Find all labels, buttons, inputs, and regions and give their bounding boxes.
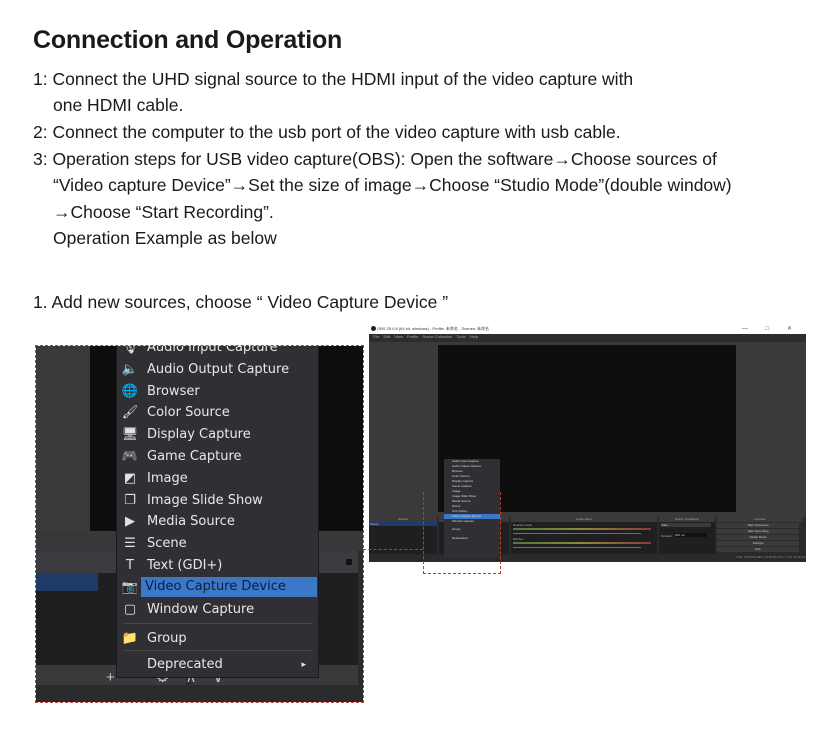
example-caption: 1. Add new sources, choose “ Video Captu… — [33, 292, 449, 312]
menu-item-label: Audio Input Capture — [147, 346, 278, 355]
camera-icon: 📷 — [121, 579, 139, 595]
menubar-item[interactable]: Help — [470, 334, 478, 339]
mixer-track-2-volume-slider[interactable] — [513, 547, 641, 548]
add-source-context-menu: 🎙 Audio Input Capture 🔈 Audio Output Captur… — [116, 346, 319, 678]
menu-item-label: Scene — [147, 536, 187, 552]
menu-item-label: Window Capture — [147, 601, 255, 617]
duration-input[interactable]: 300 ms — [675, 533, 707, 537]
globe-icon: 🌐 — [121, 383, 139, 399]
callout-box — [423, 492, 501, 574]
menu-item-audio-output-capture[interactable]: 🔈 Audio Output Capture — [117, 359, 318, 380]
menu-item-media-source[interactable]: ▶ Media Source — [117, 511, 318, 532]
menubar-item[interactable]: File — [373, 334, 379, 339]
menu-item-group[interactable]: 📁 Group — [117, 628, 318, 649]
menu-separator — [123, 623, 313, 625]
controls-dock-header: Controls — [717, 517, 803, 522]
window-icon: ▢ — [123, 601, 137, 617]
step-3-line-1: 3: Operation steps for USB video capture… — [33, 149, 717, 169]
menu-item-label: Video Capture Device — [141, 577, 317, 598]
obs-logo-icon — [371, 326, 376, 331]
list-icon: ☰ — [124, 536, 136, 552]
menu-item-label: Deprecated — [147, 657, 223, 673]
menu-item-label: Text (GDI+) — [147, 558, 223, 573]
menubar-item[interactable]: Tools — [456, 334, 465, 339]
step-3-line-3: →Choose “Start Recording”. — [53, 202, 274, 222]
settings-button[interactable]: Settings — [717, 541, 799, 546]
menu-item-display-capture[interactable]: 🖥 Display Capture — [117, 424, 318, 445]
menu-item-label: Game Capture — [147, 449, 242, 464]
selected-scene-row[interactable] — [36, 573, 98, 591]
obs-add-source-screenshot: + − ⚙ ∧ ∨ 🎙Audio Input Capture🔈Audio Out… — [35, 345, 364, 703]
folder-icon: 📁 — [121, 631, 139, 647]
menu-item-label: Media Source — [147, 514, 235, 530]
microphone-icon: 🎙 — [121, 346, 139, 355]
speaker-icon: 🔈 — [121, 361, 139, 377]
menubar-item[interactable]: Profile — [407, 334, 418, 339]
brush-icon: 🖌 — [121, 405, 139, 421]
menu-item-scene[interactable]: ☰ Scene — [117, 533, 318, 554]
step-1-line-1: 1: Connect the UHD signal source to the … — [33, 69, 634, 89]
start-streaming-button[interactable]: Start Streaming — [717, 523, 799, 528]
menubar-item[interactable]: Edit — [383, 334, 390, 339]
mixer-track-2-label: Mic/Aux — [513, 537, 524, 541]
menu-item-label: Image — [147, 470, 188, 486]
step-1-line-2: one HDMI cable. — [53, 95, 184, 115]
mixer-track-1-label: Desktop Audio — [513, 523, 533, 527]
menu-item-window-capture[interactable]: ▢ Window Capture — [117, 599, 318, 620]
menu-item-color-source[interactable]: 🖌 Color Source — [117, 402, 318, 423]
menu-item-label: Color Source — [147, 405, 230, 421]
mixer-track-1-meter — [513, 528, 651, 530]
studio-mode-button[interactable]: Studio Mode — [717, 535, 799, 540]
mixer-track-1-volume-slider[interactable] — [513, 533, 641, 534]
menu-item-label: Group — [147, 631, 187, 647]
menu-item-label: Audio Output Capture — [147, 361, 290, 377]
menu-item-deprecated[interactable]: Deprecated ▸ — [117, 654, 318, 675]
audio-mixer: Desktop Audio Mic/Aux — [511, 522, 657, 554]
menu-item-image-slide-show[interactable]: ❐ Image Slide Show — [117, 490, 318, 511]
step-3-line-2: “Video capture Device”→Set the size of i… — [53, 175, 732, 195]
duration-label: Duration — [661, 534, 673, 538]
monitor-icon: 🖥 — [121, 427, 139, 443]
menubar-item[interactable]: Scene Collection — [422, 334, 452, 339]
step-3-line-4: Operation Example as below — [53, 228, 277, 248]
menu-item-text-gdi[interactable]: T Text (GDI+) — [117, 555, 318, 576]
window-controls[interactable]: — □ ✕ — [742, 325, 800, 332]
menu-item-video-capture-device[interactable]: 📷 Video Capture Device — [117, 577, 318, 598]
start-recording-button[interactable]: Start Recording — [717, 529, 799, 534]
mixer-track-2-meter — [513, 542, 651, 544]
obs-left-pane — [36, 346, 90, 531]
dock-pin-icon[interactable] — [346, 559, 352, 565]
slideshow-icon: ❐ — [124, 492, 136, 508]
menu-item-game-capture[interactable]: 🎮 Game Capture — [117, 446, 318, 467]
menu-item-audio-input-capture[interactable]: 🎙 Audio Input Capture — [117, 346, 318, 358]
play-icon: ▶ — [125, 514, 135, 530]
transition-select[interactable]: Fade — [661, 523, 711, 527]
obs-menubar: File Edit View Profile Scene Collection Tools… — [369, 334, 806, 342]
obs-titlebar: OBS 25.0.8 (64 bit, windows) - Profile: … — [369, 324, 806, 334]
menu-item-browser[interactable]: 🌐 Browser — [117, 381, 318, 402]
step-2-line-1: 2: Connect the computer to the usb port … — [33, 122, 621, 142]
image-icon: ◩ — [123, 470, 137, 486]
menu-item-label: Browser — [147, 383, 200, 399]
menu-item-label: Display Capture — [147, 427, 251, 443]
menu-item-image[interactable]: ◩ Image — [117, 468, 318, 489]
menu-item-label: Image Slide Show — [147, 492, 263, 508]
scene-transitions: Fade Duration 300 ms — [659, 522, 715, 554]
menubar-item[interactable]: View — [394, 334, 403, 339]
text-icon: T — [126, 558, 134, 573]
exit-button[interactable]: Exit — [717, 547, 799, 552]
callout-connector-line — [363, 549, 423, 550]
gamepad-icon: 🎮 — [121, 449, 139, 464]
page-title: Connection and Operation — [33, 26, 343, 54]
chevron-right-icon: ▸ — [301, 659, 306, 670]
menu-separator — [123, 650, 313, 652]
window-title: OBS 25.0.8 (64 bit, windows) - Profile: … — [377, 326, 490, 331]
